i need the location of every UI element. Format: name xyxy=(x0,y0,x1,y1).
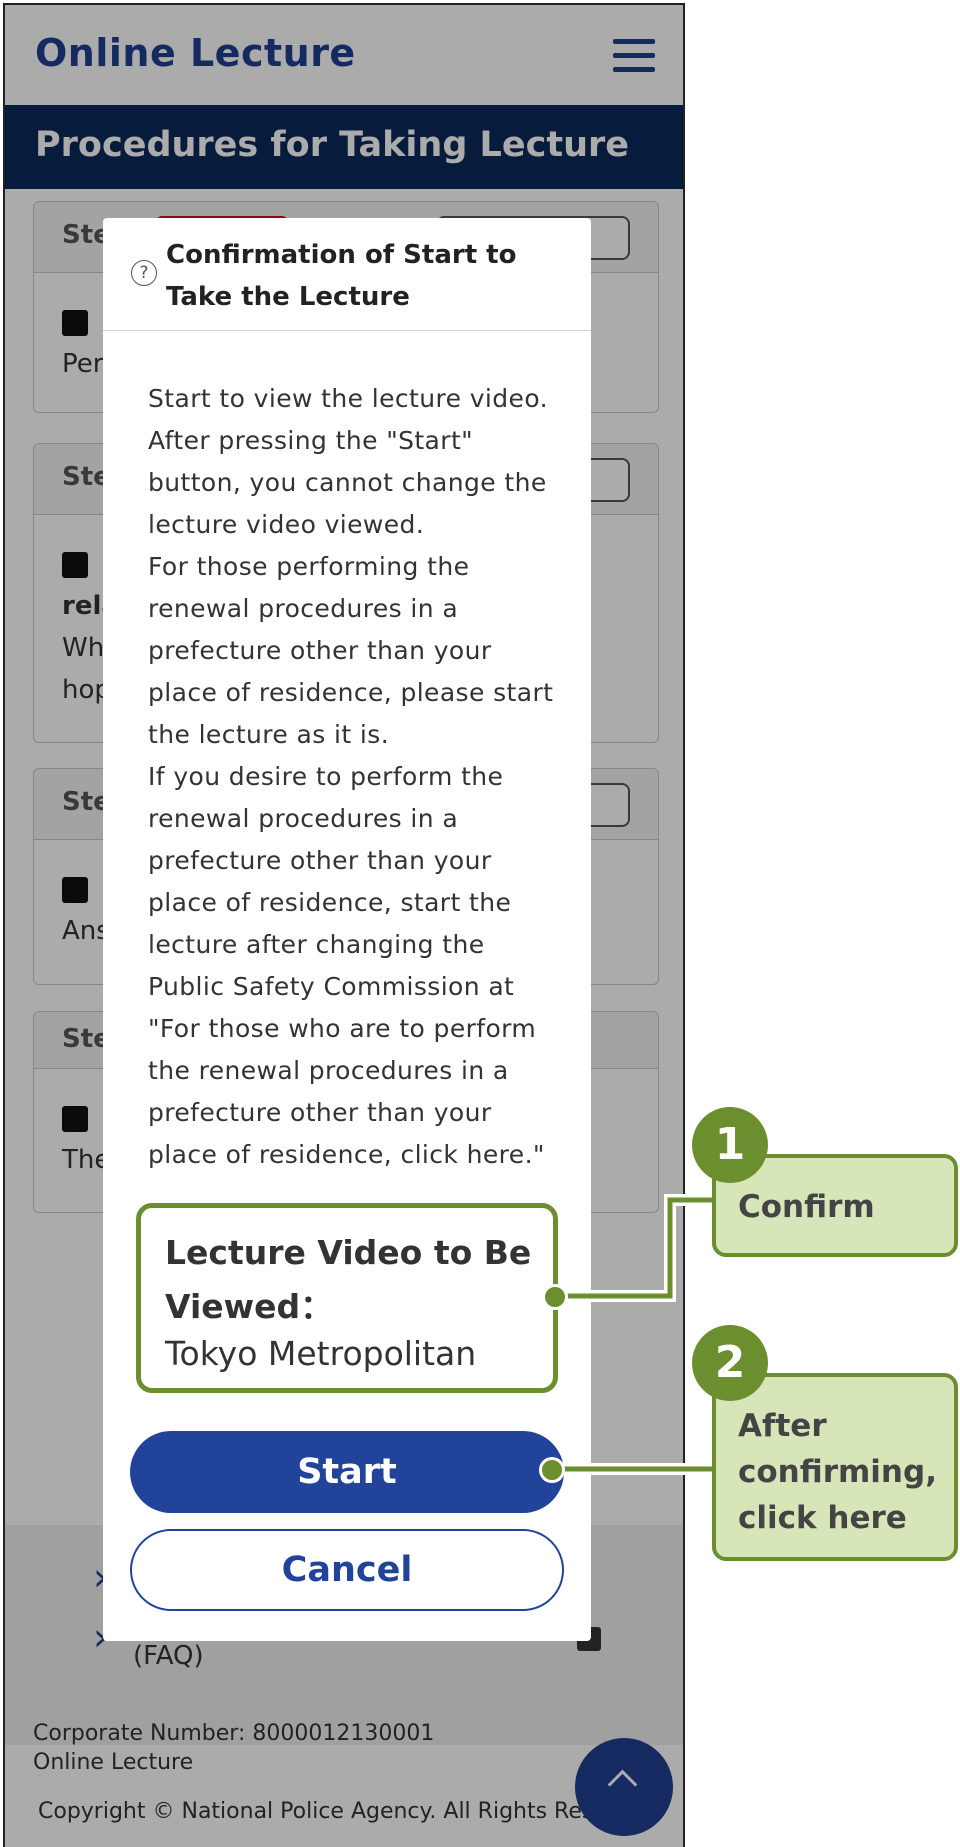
annotation-box-2: After confirming, click here xyxy=(712,1373,958,1561)
connector-dot xyxy=(539,1457,565,1483)
annotation-text: After confirming, click here xyxy=(738,1408,937,1536)
annotation-connectors xyxy=(553,1194,715,1475)
connector-line-1 xyxy=(555,1194,715,1302)
annotation-text: Confirm xyxy=(738,1189,875,1225)
annotation-number: 1 xyxy=(692,1107,768,1183)
connector-line-1 xyxy=(555,1197,715,1299)
annotation-number: 2 xyxy=(692,1325,768,1401)
connector-dot xyxy=(542,1284,568,1310)
